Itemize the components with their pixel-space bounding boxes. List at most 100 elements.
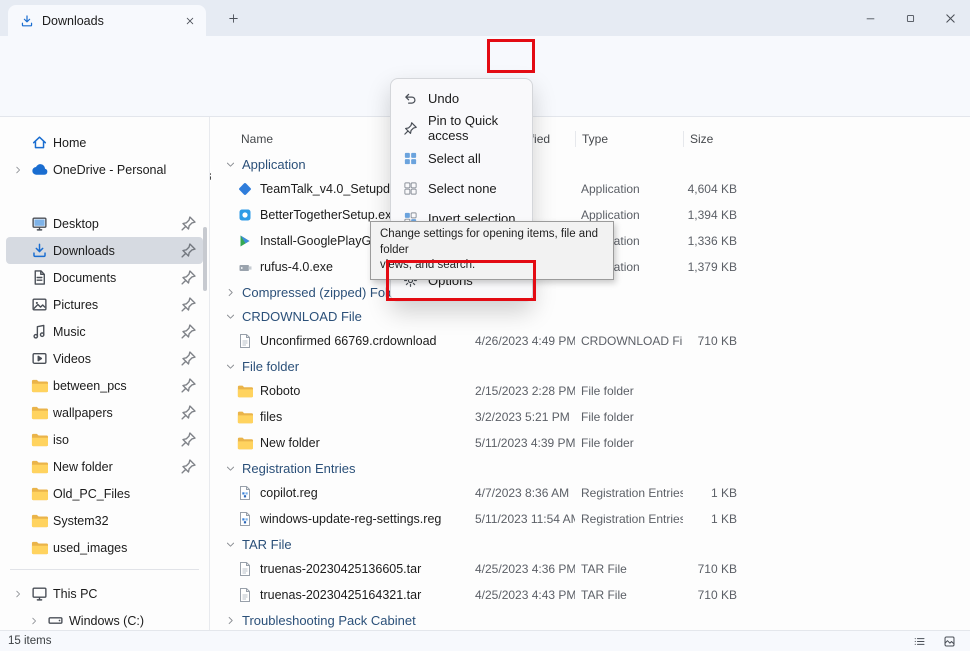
file-date: 2/15/2023 2:28 PM (469, 384, 575, 398)
maximize-button[interactable] (890, 0, 930, 36)
sidebar-item-used-images[interactable]: used_images (6, 534, 203, 561)
file-row-files[interactable]: files 3/2/2023 5:21 PM File folder (211, 404, 970, 430)
sidebar-item-label: Old_PC_Files (53, 487, 197, 501)
sidebar-item-system32[interactable]: System32 (6, 507, 203, 534)
sidebar-item-windows-c[interactable]: Windows (C:) (22, 607, 203, 630)
menu-item-undo[interactable]: Undo (391, 83, 532, 113)
group-header-compressed-zipped-fold[interactable]: Compressed (zipped) Fold (211, 280, 970, 304)
file-row-truenas-20230425164321-tar[interactable]: truenas-20230425164321.tar 4/25/2023 4:4… (211, 582, 970, 608)
file-size: 1,379 KB (683, 260, 745, 274)
expand-chevron[interactable] (10, 586, 26, 602)
menu-item-select-none[interactable]: Select none (391, 173, 532, 203)
group-label: Registration Entries (242, 461, 355, 476)
teamtalk-exe-icon (237, 181, 253, 197)
column-header-type[interactable]: Type (575, 131, 683, 147)
group-header-crdownload-file[interactable]: CRDOWNLOAD File (211, 304, 970, 328)
file-name: truenas-20230425136605.tar (260, 562, 421, 576)
folder-icon (31, 485, 48, 502)
tab-title: Downloads (42, 14, 104, 28)
file-type: CRDOWNLOAD File (575, 334, 683, 348)
file-row-new-folder[interactable]: New folder 5/11/2023 4:39 PM File folder (211, 430, 970, 456)
sidebar-item-home[interactable]: Home (6, 129, 203, 156)
file-row-truenas-20230425136605-tar[interactable]: truenas-20230425136605.tar 4/25/2023 4:3… (211, 556, 970, 582)
large-icons-view-toggle[interactable] (938, 633, 960, 650)
sidebar-item-label: Pictures (53, 298, 175, 312)
group-header-file-folder[interactable]: File folder (211, 354, 970, 378)
file-name: truenas-20230425164321.tar (260, 588, 421, 602)
expand-chevron[interactable] (26, 613, 42, 629)
tab-close-button[interactable] (180, 11, 200, 31)
pin-icon (180, 458, 197, 475)
minimize-button[interactable] (850, 0, 890, 36)
sidebar-item-this-pc[interactable]: This PC (6, 580, 203, 607)
folder-icon (237, 409, 253, 425)
sidebar-item-label: OneDrive - Personal (53, 163, 197, 177)
file-type: Application (575, 208, 683, 222)
sidebar-item-old-pc-files[interactable]: Old_PC_Files (6, 480, 203, 507)
sidebar-scrollbar[interactable] (203, 227, 207, 291)
sidebar-item-desktop[interactable]: Desktop (6, 210, 203, 237)
sidebar: Home OneDrive - Personal Desktop Downloa… (0, 117, 210, 630)
chevron-placeholder (10, 486, 26, 502)
close-window-button[interactable] (930, 0, 970, 36)
sidebar-item-label: Windows (C:) (69, 614, 197, 628)
sidebar-item-downloads[interactable]: Downloads (6, 237, 203, 264)
file-size: 1 KB (683, 486, 745, 500)
close-icon (185, 16, 195, 26)
drive-icon (47, 612, 64, 629)
sidebar-item-pictures[interactable]: Pictures (6, 291, 203, 318)
sidebar-item-videos[interactable]: Videos (6, 345, 203, 372)
sidebar-item-between-pcs[interactable]: between_pcs (6, 372, 203, 399)
file-size: 4,604 KB (683, 182, 745, 196)
desktop-icon (31, 215, 48, 232)
column-header-size[interactable]: Size (683, 131, 745, 147)
new-tab-button[interactable] (222, 7, 244, 29)
file-row-teamtalk-v4-0-setupd-exe[interactable]: TeamTalk_v4.0_Setupd.exe Application 4,6… (211, 176, 970, 202)
view-toggles (908, 633, 962, 650)
sidebar-item-new-folder[interactable]: New folder (6, 453, 203, 480)
file-name: Unconfirmed 66769.crdownload (260, 334, 437, 348)
reg-icon (237, 485, 253, 501)
tab-strip: Downloads (0, 0, 970, 36)
expand-chevron[interactable] (10, 162, 26, 178)
sidebar-list: Home OneDrive - Personal Desktop Downloa… (0, 117, 209, 630)
sidebar-item-music[interactable]: Music (6, 318, 203, 345)
file-name: windows-update-reg-settings.reg (260, 512, 441, 526)
file-row-copilot-reg[interactable]: copilot.reg 4/7/2023 8:36 AM Registratio… (211, 480, 970, 506)
menu-item-select-all[interactable]: Select all (391, 143, 532, 173)
chevron-right-icon (29, 616, 39, 626)
folder-icon (31, 458, 48, 475)
chevron-placeholder (10, 378, 26, 394)
status-bar: 15 items (0, 630, 970, 651)
group-header-troubleshooting-pack-cabinet[interactable]: Troubleshooting Pack Cabinet (211, 608, 970, 630)
sidebar-item-wallpapers[interactable]: wallpapers (6, 399, 203, 426)
file-date: 4/7/2023 8:36 AM (469, 486, 575, 500)
videos-icon (31, 350, 48, 367)
group-label: Compressed (zipped) Fold (242, 285, 395, 300)
group-header-tar-file[interactable]: TAR File (211, 532, 970, 556)
sidebar-item-iso[interactable]: iso (6, 426, 203, 453)
chevron-placeholder (10, 405, 26, 421)
chevron-placeholder (10, 459, 26, 475)
file-date: 5/11/2023 4:39 PM (469, 436, 575, 450)
sidebar-item-documents[interactable]: Documents (6, 264, 203, 291)
toolbar: New Sort View (0, 36, 970, 76)
select-all-icon (403, 151, 418, 166)
sidebar-item-label: New folder (53, 460, 175, 474)
menu-item-pin-to-quick-access[interactable]: Pin to Quick access (391, 113, 532, 143)
tab-downloads[interactable]: Downloads (8, 5, 206, 36)
file-row-unconfirmed-66769-crdownload[interactable]: Unconfirmed 66769.crdownload 4/26/2023 4… (211, 328, 970, 354)
file-type: File folder (575, 410, 683, 424)
file-size: 710 KB (683, 588, 745, 602)
onedrive-icon (31, 161, 48, 178)
pin-icon (403, 121, 418, 136)
file-name: rufus-4.0.exe (260, 260, 333, 274)
details-view-toggle[interactable] (908, 633, 930, 650)
file-row-windows-update-reg-settings-reg[interactable]: windows-update-reg-settings.reg 5/11/202… (211, 506, 970, 532)
file-row-roboto[interactable]: Roboto 2/15/2023 2:28 PM File folder (211, 378, 970, 404)
file-name: copilot.reg (260, 486, 318, 500)
file-type: File folder (575, 436, 683, 450)
group-header-registration-entries[interactable]: Registration Entries (211, 456, 970, 480)
sidebar-item-onedrive-personal[interactable]: OneDrive - Personal (6, 156, 203, 183)
group-header-application[interactable]: Application (211, 152, 970, 176)
